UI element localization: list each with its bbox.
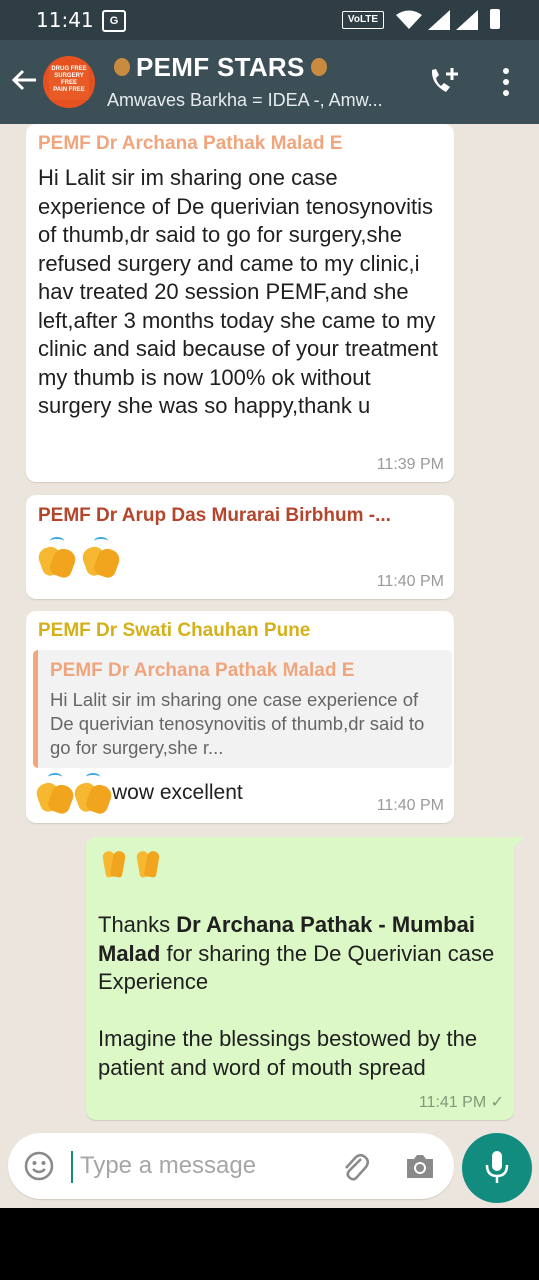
avatar-badge: DRUG FREE SURGERY FREE PAIN FREE bbox=[49, 66, 89, 100]
add-call-icon[interactable] bbox=[428, 66, 462, 96]
clapping-hands-icon bbox=[35, 537, 79, 580]
microphone-icon bbox=[485, 1151, 509, 1183]
back-arrow-icon[interactable] bbox=[10, 66, 38, 94]
clapping-hands-icon bbox=[79, 537, 123, 580]
status-bar: 11:41 G VoLTE bbox=[0, 0, 539, 40]
clapping-hands-icon bbox=[33, 773, 77, 816]
message-time: 11:40 PM bbox=[376, 573, 444, 590]
thanks-prefix: Thanks bbox=[98, 912, 177, 937]
message-time: 11:41 PM ✓ bbox=[418, 1094, 504, 1111]
camera-icon[interactable] bbox=[404, 1151, 436, 1181]
battery-icon bbox=[490, 9, 500, 29]
quoted-message[interactable]: PEMF Dr Archana Pathak Malad E Hi Lalit … bbox=[33, 650, 452, 768]
medal-icon bbox=[114, 58, 130, 77]
translate-app-icon: G bbox=[102, 10, 126, 32]
chat-header: DRUG FREE SURGERY FREE PAIN FREE PEMF ST… bbox=[0, 40, 539, 124]
chat-area[interactable]: PEMF Dr Archana Pathak Malad E Hi Lalit … bbox=[0, 124, 539, 1208]
message-text: Thanks Dr Archana Pathak - Mumbai Malad … bbox=[98, 911, 502, 997]
message-text-2: Imagine the blessings bestowed by the pa… bbox=[98, 1026, 478, 1080]
message-text: Hi Lalit sir im sharing one case experie… bbox=[38, 165, 438, 418]
bubble-tail bbox=[510, 837, 524, 851]
message-time: 11:40 PM bbox=[376, 797, 444, 814]
message-sender: PEMF Dr Archana Pathak Malad E bbox=[38, 133, 343, 154]
avatar-line: DRUG FREE bbox=[51, 66, 87, 72]
message-content: wow excellent bbox=[33, 773, 243, 819]
volte-badge: VoLTE bbox=[342, 11, 384, 29]
status-time: 11:41 bbox=[36, 8, 94, 32]
overflow-menu-icon[interactable] bbox=[500, 68, 512, 96]
message-sender: PEMF Dr Arup Das Murarai Birbhum -... bbox=[38, 505, 391, 526]
message-text: wow excellent bbox=[112, 781, 243, 804]
composer-bar bbox=[0, 1128, 539, 1208]
mic-button[interactable] bbox=[462, 1133, 532, 1203]
folded-hands-icon bbox=[134, 849, 162, 879]
avatar-line: PAIN FREE bbox=[53, 87, 85, 93]
paperclip-icon[interactable] bbox=[339, 1151, 371, 1183]
quote-sender: PEMF Dr Archana Pathak Malad E bbox=[50, 660, 355, 681]
message-time: 11:39 PM bbox=[376, 456, 444, 473]
message-emoji bbox=[35, 537, 128, 582]
outgoing-message-bubble[interactable]: Thanks Dr Archana Pathak - Mumbai Malad … bbox=[86, 837, 514, 1120]
message-bubble[interactable]: PEMF Dr Swati Chauhan Pune PEMF Dr Archa… bbox=[26, 611, 454, 823]
group-members[interactable]: Amwaves Barkha = IDEA -, Amw... bbox=[107, 90, 417, 111]
clapping-hands-icon bbox=[71, 773, 115, 816]
signal-icon-2 bbox=[456, 10, 478, 30]
message-composer[interactable] bbox=[8, 1133, 454, 1199]
message-input[interactable] bbox=[78, 1147, 332, 1185]
message-bubble[interactable]: PEMF Dr Arup Das Murarai Birbhum -... 11… bbox=[26, 495, 454, 599]
message-bubble[interactable]: PEMF Dr Archana Pathak Malad E Hi Lalit … bbox=[26, 124, 454, 482]
folded-hands-icon bbox=[100, 849, 128, 879]
message-emoji bbox=[100, 849, 168, 884]
avatar-line: SURGERY FREE bbox=[54, 73, 84, 86]
group-avatar[interactable]: DRUG FREE SURGERY FREE PAIN FREE bbox=[43, 56, 95, 108]
medal-icon bbox=[310, 58, 327, 77]
text-cursor bbox=[71, 1151, 73, 1183]
message-sender: PEMF Dr Swati Chauhan Pune bbox=[38, 620, 311, 641]
emoji-icon[interactable] bbox=[24, 1151, 54, 1181]
wifi-icon bbox=[396, 10, 422, 29]
signal-icon bbox=[428, 10, 450, 30]
navigation-bar bbox=[0, 1208, 539, 1280]
group-name: PEMF STARS bbox=[136, 52, 305, 82]
quote-text: Hi Lalit sir im sharing one case experie… bbox=[50, 689, 425, 758]
group-title[interactable]: PEMF STARS bbox=[108, 52, 333, 83]
